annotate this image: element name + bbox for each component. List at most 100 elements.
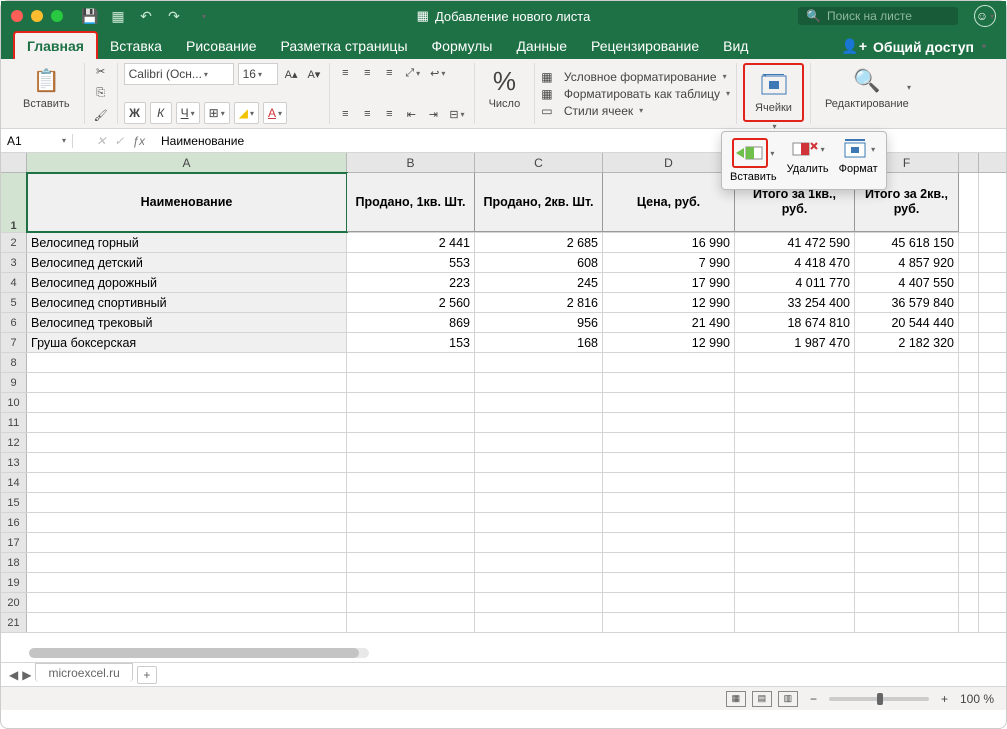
cell[interactable]: [855, 373, 959, 392]
cell-styles[interactable]: ▭ Стили ячеек▾: [541, 104, 730, 118]
cell[interactable]: [959, 273, 979, 292]
format-dropdown[interactable]: ▾: [871, 145, 875, 154]
tab-data[interactable]: Данные: [504, 33, 579, 59]
col-header-B[interactable]: B: [347, 153, 475, 172]
tab-home[interactable]: Главная: [13, 31, 98, 59]
editing-button[interactable]: 🔍 Редактирование: [817, 63, 917, 114]
cell[interactable]: [603, 453, 735, 472]
cell[interactable]: [735, 553, 855, 572]
cell[interactable]: 956: [475, 313, 603, 332]
cell[interactable]: [603, 373, 735, 392]
cell[interactable]: [735, 453, 855, 472]
popup-delete[interactable]: ▾ Удалить: [787, 138, 829, 183]
cell[interactable]: Велосипед спортивный: [27, 293, 347, 312]
cell[interactable]: [347, 553, 475, 572]
enter-icon[interactable]: ✓: [114, 134, 124, 148]
cell[interactable]: 608: [475, 253, 603, 272]
cell[interactable]: 33 254 400: [735, 293, 855, 312]
cell[interactable]: [475, 373, 603, 392]
cell[interactable]: [603, 393, 735, 412]
row-header[interactable]: 19: [1, 573, 27, 592]
cell[interactable]: [855, 593, 959, 612]
cell[interactable]: [27, 493, 347, 512]
row-header[interactable]: 15: [1, 493, 27, 512]
cell[interactable]: 153: [347, 333, 475, 352]
cell[interactable]: [603, 493, 735, 512]
cell[interactable]: [27, 593, 347, 612]
popup-insert[interactable]: ▾ Вставить: [730, 138, 777, 183]
share-button[interactable]: 👤+ Общий доступ ▾: [833, 34, 994, 59]
cell[interactable]: [347, 473, 475, 492]
qat-dropdown[interactable]: ▾: [195, 7, 213, 25]
cell[interactable]: [735, 613, 855, 632]
cell[interactable]: [603, 533, 735, 552]
cell[interactable]: [855, 453, 959, 472]
cell[interactable]: 4 407 550: [855, 273, 959, 292]
cell-C1[interactable]: Продано, 2кв. Шт.: [475, 173, 603, 232]
cell[interactable]: 869: [347, 313, 475, 332]
redo-icon[interactable]: ↷: [165, 7, 183, 25]
cell[interactable]: [959, 233, 979, 252]
cell[interactable]: 45 618 150: [855, 233, 959, 252]
cell[interactable]: [603, 593, 735, 612]
cell[interactable]: [347, 573, 475, 592]
col-header-C[interactable]: C: [475, 153, 603, 172]
cell[interactable]: [27, 513, 347, 532]
cell[interactable]: [475, 593, 603, 612]
editing-dropdown[interactable]: ▾: [907, 83, 911, 92]
cell[interactable]: 18 674 810: [735, 313, 855, 332]
cell[interactable]: [855, 553, 959, 572]
minimize-window[interactable]: [31, 10, 43, 22]
row-header[interactable]: 6: [1, 313, 27, 332]
font-name-select[interactable]: Calibri (Осн...▾: [124, 63, 234, 85]
cell[interactable]: [959, 253, 979, 272]
cell[interactable]: [959, 413, 979, 432]
cell[interactable]: [27, 533, 347, 552]
merge-icon[interactable]: ⊟▾: [446, 104, 467, 124]
cell[interactable]: [603, 573, 735, 592]
conditional-formatting[interactable]: ▦ Условное форматирование▾: [541, 70, 730, 84]
cell[interactable]: Велосипед дорожный: [27, 273, 347, 292]
cell[interactable]: [27, 453, 347, 472]
undo-icon[interactable]: ↶: [137, 7, 155, 25]
row-header[interactable]: 18: [1, 553, 27, 572]
cell[interactable]: 4 857 920: [855, 253, 959, 272]
format-painter-icon[interactable]: 🖌: [91, 106, 111, 124]
cell[interactable]: 36 579 840: [855, 293, 959, 312]
cells-button[interactable]: Ячейки: [747, 67, 800, 118]
cell[interactable]: [475, 613, 603, 632]
fx-icon[interactable]: ƒx: [132, 134, 145, 148]
cell[interactable]: [347, 413, 475, 432]
cell[interactable]: [27, 393, 347, 412]
cell[interactable]: [959, 333, 979, 352]
align-left-icon[interactable]: ≡: [336, 104, 354, 124]
cell[interactable]: [855, 573, 959, 592]
cell[interactable]: [347, 493, 475, 512]
cell[interactable]: 12 990: [603, 293, 735, 312]
row-header[interactable]: 20: [1, 593, 27, 612]
cell[interactable]: [959, 393, 979, 412]
cell[interactable]: [475, 413, 603, 432]
row-header[interactable]: 12: [1, 433, 27, 452]
cell[interactable]: [855, 513, 959, 532]
cell-extra-1[interactable]: [959, 173, 979, 232]
popup-format[interactable]: ▾ Формат: [839, 138, 878, 183]
horizontal-scrollbar[interactable]: [29, 648, 369, 658]
align-bottom-icon[interactable]: ≡: [380, 63, 398, 83]
cell[interactable]: [475, 573, 603, 592]
cell[interactable]: [959, 373, 979, 392]
spreadsheet-grid[interactable]: A B C D E F 1 Наименование Продано, 1кв.…: [1, 153, 1006, 662]
tab-insert[interactable]: Вставка: [98, 33, 174, 59]
sheet-tab[interactable]: microexcel.ru: [35, 663, 132, 682]
cell[interactable]: [27, 413, 347, 432]
cell[interactable]: [347, 533, 475, 552]
row-header[interactable]: 14: [1, 473, 27, 492]
cell[interactable]: [475, 433, 603, 452]
cell[interactable]: [475, 453, 603, 472]
cell[interactable]: [855, 353, 959, 372]
wrap-text-icon[interactable]: ↩▾: [427, 63, 448, 83]
row-header-1[interactable]: 1: [1, 173, 27, 232]
cell[interactable]: [959, 493, 979, 512]
col-header-extra[interactable]: [959, 153, 979, 172]
col-header-A[interactable]: A: [27, 153, 347, 172]
